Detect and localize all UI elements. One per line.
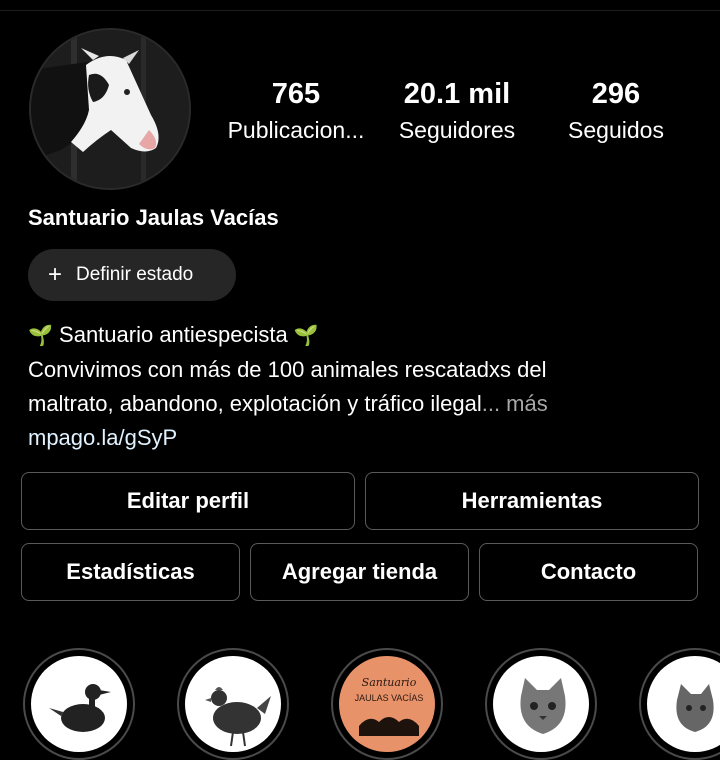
bio-line-2: Convivimos con más de 100 animales resca…: [28, 357, 547, 382]
followers-label: Seguidores: [398, 117, 516, 143]
logo-text-top: Santuario: [362, 676, 417, 689]
hen-icon: [205, 687, 271, 747]
bio-line-3: maltrato, abandono, explotación y tráfic…: [28, 387, 548, 421]
posts-count: 765: [271, 78, 321, 110]
profile-avatar[interactable]: [29, 28, 191, 190]
followers-count: 20.1 mil: [403, 78, 511, 110]
bio-headline: Santuario antiespecista: [59, 322, 288, 347]
top-divider: [0, 10, 720, 11]
following-count: 296: [591, 78, 641, 110]
more-link[interactable]: ... más: [482, 391, 548, 416]
sprout-icon: 🌱: [28, 325, 53, 347]
cow-photo-icon: [31, 30, 189, 188]
stat-posts[interactable]: 765 Publicacion...: [222, 78, 370, 144]
duck-icon: [49, 684, 111, 732]
add-store-button[interactable]: Agregar tienda: [250, 543, 469, 601]
tools-button[interactable]: Herramientas: [365, 472, 699, 530]
highlight-hen[interactable]: [177, 648, 289, 760]
plus-icon: +: [48, 261, 63, 288]
insights-button[interactable]: Estadísticas: [21, 543, 240, 601]
profile-bio: 🌱 Santuario antiespecista 🌱 Convivimos c…: [28, 318, 548, 455]
highlight-sanctuary-logo[interactable]: Santuario JAULAS VACÍAS: [331, 648, 443, 760]
bio-line-1: 🌱 Santuario antiespecista 🌱: [28, 318, 548, 353]
set-status-label: Definir estado: [76, 264, 194, 285]
stat-followers[interactable]: 20.1 mil Seguidores: [384, 78, 530, 144]
stat-following[interactable]: 296 Seguidos: [552, 78, 680, 144]
profile-name: Santuario Jaulas Vacías: [28, 205, 279, 230]
posts-label: Publicacion...: [227, 117, 365, 143]
sprout-icon: 🌱: [293, 325, 319, 347]
highlight-duck[interactable]: [23, 648, 135, 760]
bio-link[interactable]: mpago.la/gSyP: [28, 421, 548, 455]
highlight-cat[interactable]: [485, 648, 597, 760]
cat-dog-icon: [676, 684, 714, 732]
contact-button[interactable]: Contacto: [479, 543, 698, 601]
highlight-cat-dog[interactable]: [639, 648, 720, 760]
bio-text: maltrato, abandono, explotación y tráfic…: [28, 391, 482, 416]
logo-text-bottom: JAULAS VACÍAS: [355, 693, 424, 703]
following-label: Seguidos: [568, 117, 664, 143]
cat-icon: [520, 678, 566, 734]
set-status-button[interactable]: + Definir estado: [28, 249, 236, 301]
sanctuary-logo-icon: Santuario JAULAS VACÍAS: [355, 676, 424, 736]
edit-profile-button[interactable]: Editar perfil: [21, 472, 355, 530]
